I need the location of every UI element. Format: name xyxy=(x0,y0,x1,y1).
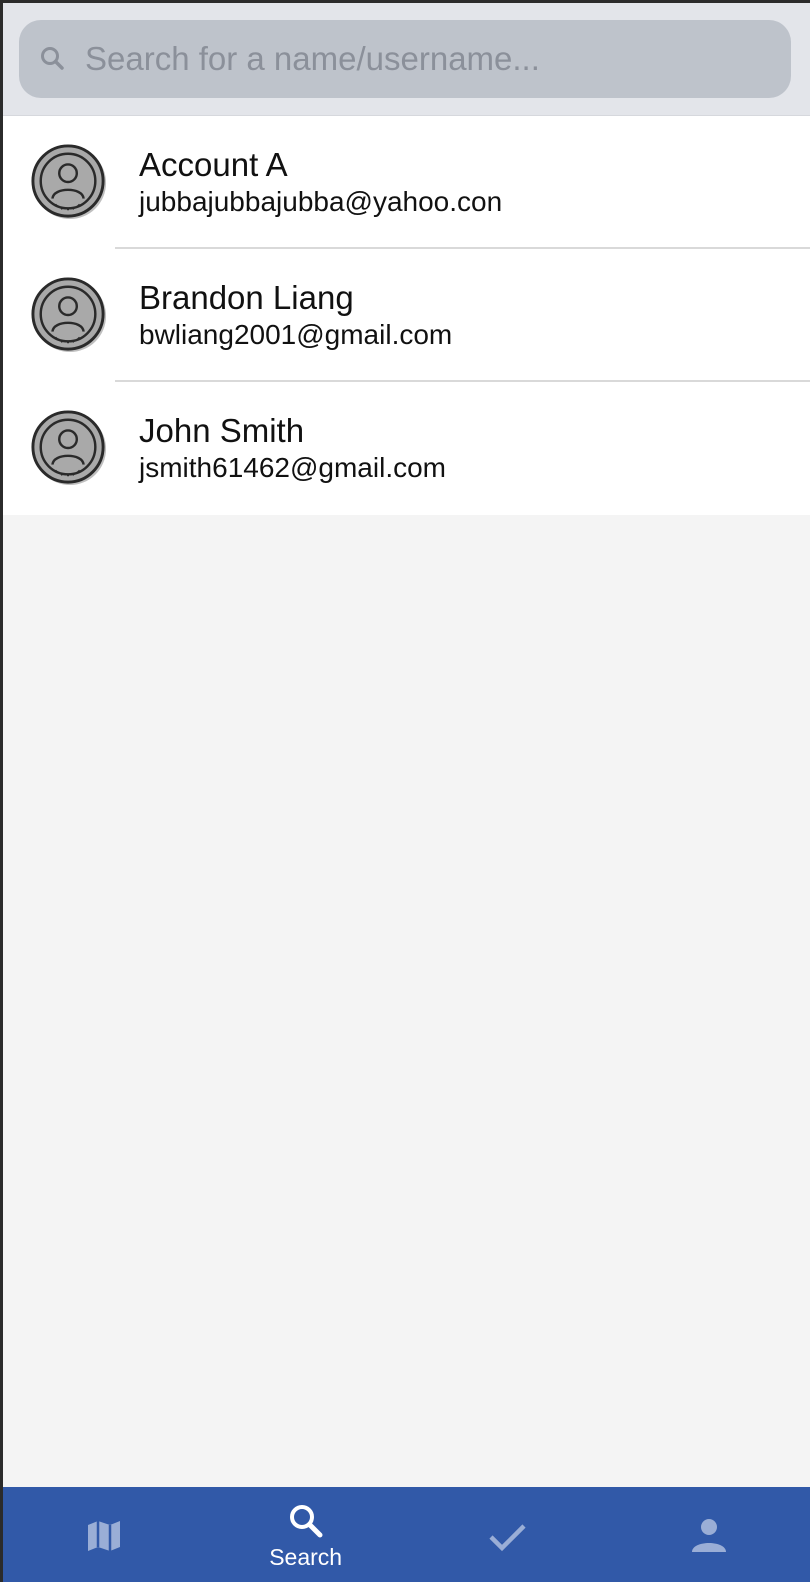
user-name: Account A xyxy=(139,146,288,183)
map-icon xyxy=(87,1521,120,1551)
list-item[interactable]: Account A jubbajubbajubba@yahoo.con xyxy=(3,116,810,249)
list-item[interactable]: Brandon Liang bwliang2001@gmail.com xyxy=(3,249,810,382)
user-info: Account A jubbajubbajubba@yahoo.con xyxy=(139,146,502,220)
tab-profile[interactable] xyxy=(608,1487,810,1582)
checkmark-icon xyxy=(489,1524,526,1552)
tab-map[interactable] xyxy=(3,1487,205,1582)
search-field-container[interactable] xyxy=(19,20,791,98)
person-icon xyxy=(692,1519,727,1552)
user-results-list: Account A jubbajubbajubba@yahoo.con Bran… xyxy=(3,116,810,515)
tab-label: Search xyxy=(269,1543,343,1570)
app-screen: Account A jubbajubbajubba@yahoo.con Bran… xyxy=(0,0,810,1582)
user-name: Brandon Liang xyxy=(139,279,354,316)
list-item[interactable]: John Smith jsmith61462@gmail.com xyxy=(3,382,810,515)
avatar-icon xyxy=(31,277,107,353)
user-email: bwliang2001@gmail.com xyxy=(139,319,453,350)
search-icon xyxy=(289,1504,323,1537)
user-info: Brandon Liang bwliang2001@gmail.com xyxy=(139,279,452,353)
tab-search[interactable]: Search xyxy=(205,1487,407,1582)
search-input[interactable] xyxy=(83,28,791,90)
user-info: John Smith jsmith61462@gmail.com xyxy=(139,412,446,486)
user-email: jubbajubbajubba@yahoo.con xyxy=(139,186,503,217)
tab-tasks[interactable] xyxy=(407,1487,609,1582)
bottom-tab-bar: Search xyxy=(3,1487,810,1582)
search-icon xyxy=(41,47,64,70)
avatar-icon xyxy=(31,410,107,486)
avatar-icon xyxy=(31,144,107,220)
user-name: John Smith xyxy=(139,412,305,449)
user-email: jsmith61462@gmail.com xyxy=(139,452,446,483)
search-header xyxy=(3,3,810,116)
